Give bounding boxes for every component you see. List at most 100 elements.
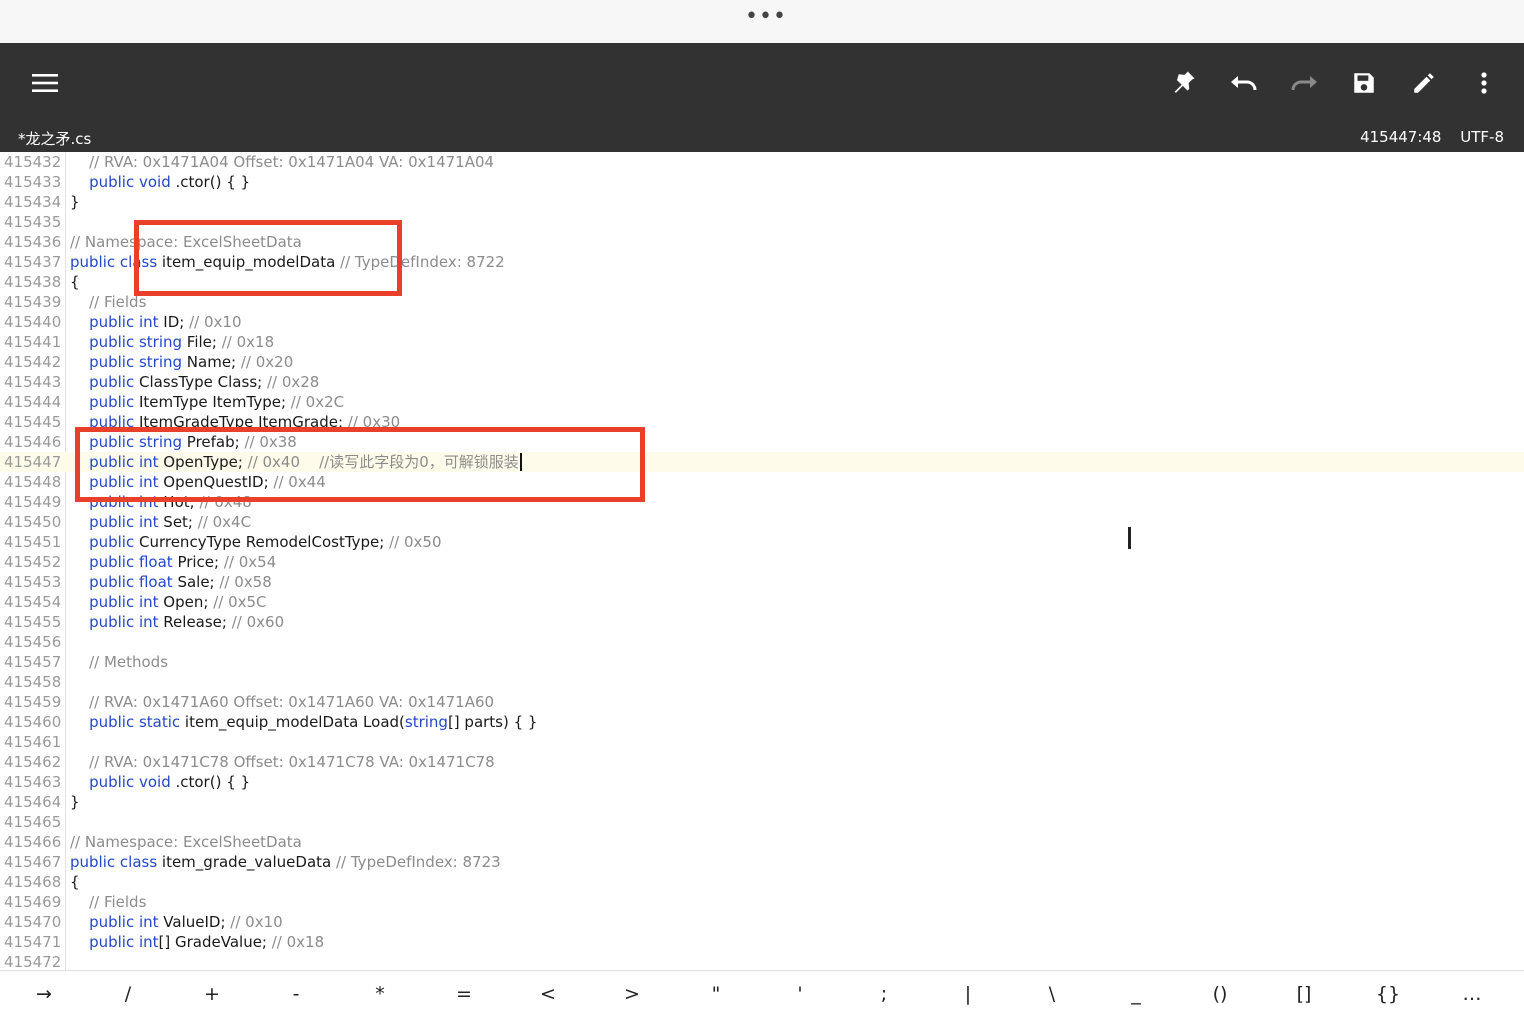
symbol-key[interactable]: () [1178, 977, 1262, 1011]
symbol-key[interactable]: * [338, 977, 422, 1011]
symbol-key[interactable]: = [422, 977, 506, 1011]
code-line[interactable]: 415441 public string File; // 0x18 [0, 332, 1524, 352]
line-number: 415459 [4, 693, 62, 711]
code-comment: // RVA: 0x1471C78 Offset: 0x1471C78 VA: … [70, 753, 495, 771]
code-line[interactable]: 415455 public int Release; // 0x60 [0, 612, 1524, 632]
code-line[interactable]: 415439 // Fields [0, 292, 1524, 312]
symbol-key[interactable]: - [254, 977, 338, 1011]
code-comment: // Methods [70, 653, 169, 671]
code-line[interactable]: 415465 [0, 812, 1524, 832]
code-line[interactable]: 415457 // Methods [0, 652, 1524, 672]
code-line[interactable]: 415443 public ClassType Class; // 0x28 [0, 372, 1524, 392]
code-keyword: public static [70, 713, 181, 731]
code-line[interactable]: 415456 [0, 632, 1524, 652]
code-line[interactable]: 415448 public int OpenQuestID; // 0x44 [0, 472, 1524, 492]
symbol-key[interactable]: … [1430, 977, 1514, 1011]
code-line[interactable]: 415433 public void .ctor() { } [0, 172, 1524, 192]
symbol-key[interactable]: ; [842, 977, 926, 1011]
symbol-key[interactable]: \ [1010, 977, 1094, 1011]
line-number: 415472 [4, 953, 62, 970]
symbol-key[interactable]: + [170, 977, 254, 1011]
code-line[interactable]: 415467 public class item_grade_valueData … [0, 852, 1524, 872]
code-line[interactable]: 415459 // RVA: 0x1471A60 Offset: 0x1471A… [0, 692, 1524, 712]
save-icon[interactable] [1334, 43, 1394, 123]
code-keyword: public string [70, 353, 183, 371]
edit-icon[interactable] [1394, 43, 1454, 123]
code-line[interactable]: 415471 public int[] GradeValue; // 0x18 [0, 932, 1524, 952]
line-number: 415455 [4, 613, 62, 631]
code-token: .ctor() { } [170, 773, 251, 791]
redo-icon[interactable] [1274, 43, 1334, 123]
code-line[interactable]: 415451 public CurrencyType RemodelCostTy… [0, 532, 1524, 552]
code-line[interactable]: 415460 public static item_equip_modelDat… [0, 712, 1524, 732]
more-vert-icon[interactable] [1454, 43, 1514, 123]
code-line[interactable]: 415464} [0, 792, 1524, 812]
code-line[interactable]: 415432 // RVA: 0x1471A04 Offset: 0x1471A… [0, 152, 1524, 172]
code-comment: // 0x40 //读写此字段为0，可解锁服装 [247, 453, 519, 471]
code-line[interactable]: 415453 public float Sale; // 0x58 [0, 572, 1524, 592]
line-number: 415433 [4, 173, 62, 191]
code-keyword: public class [70, 853, 158, 871]
code-line[interactable]: 415461 [0, 732, 1524, 752]
window-handle[interactable]: ••• [745, 4, 787, 29]
symbol-key[interactable]: > [590, 977, 674, 1011]
line-number: 415442 [4, 353, 62, 371]
code-text: public class item_equip_modelData // Typ… [70, 252, 505, 272]
line-number: 415440 [4, 313, 62, 331]
code-line[interactable]: 415466 // Namespace: ExcelSheetData [0, 832, 1524, 852]
encoding-label[interactable]: UTF-8 [1460, 128, 1504, 146]
window-top-strip: ••• [0, 0, 1524, 43]
code-token: .ctor() { } [170, 173, 251, 191]
code-token: Sale; [172, 573, 220, 591]
code-line[interactable]: 415442 public string Name; // 0x20 [0, 352, 1524, 372]
line-number: 415437 [4, 253, 62, 271]
line-number: 415457 [4, 653, 62, 671]
code-line[interactable]: 415463 public void .ctor() { } [0, 772, 1524, 792]
undo-icon[interactable] [1214, 43, 1274, 123]
code-line[interactable]: 415435 [0, 212, 1524, 232]
code-comment: // Namespace: ExcelSheetData [70, 233, 302, 251]
code-line[interactable]: 415472 [0, 952, 1524, 970]
code-comment: // 0x10 [189, 313, 242, 331]
code-line[interactable]: 415446 public string Prefab; // 0x38 [0, 432, 1524, 452]
code-line[interactable]: 415468 { [0, 872, 1524, 892]
code-token: [] parts) { } [447, 713, 538, 731]
menu-icon[interactable] [15, 43, 75, 123]
symbol-key[interactable]: {} [1346, 977, 1430, 1011]
line-number: 415471 [4, 933, 62, 951]
code-line[interactable]: 415458 [0, 672, 1524, 692]
code-line[interactable]: 415444 public ItemType ItemType; // 0x2C [0, 392, 1524, 412]
code-token: Price; [172, 553, 224, 571]
code-line[interactable]: 415440 public int ID; // 0x10 [0, 312, 1524, 332]
code-line[interactable]: 415469 // Fields [0, 892, 1524, 912]
code-comment: // 0x2C [290, 393, 345, 411]
symbol-key[interactable]: / [86, 977, 170, 1011]
code-line[interactable]: 415470 public int ValueID; // 0x10 [0, 912, 1524, 932]
code-line[interactable]: 415438 { [0, 272, 1524, 292]
code-keyword: public int [70, 493, 159, 511]
symbol-key[interactable]: → [2, 977, 86, 1011]
symbol-key[interactable]: < [506, 977, 590, 1011]
code-line[interactable]: 415445 public ItemGradeType ItemGrade; /… [0, 412, 1524, 432]
code-line[interactable]: 415437 public class item_equip_modelData … [0, 252, 1524, 272]
symbol-key[interactable]: [] [1262, 977, 1346, 1011]
file-name[interactable]: *龙之矛.cs [18, 128, 91, 149]
symbol-key[interactable]: ' [758, 977, 842, 1011]
pin-icon[interactable] [1154, 43, 1214, 123]
code-line[interactable]: 415450 public int Set; // 0x4C [0, 512, 1524, 532]
line-number: 415438 [4, 273, 62, 291]
code-keyword: public float [70, 553, 173, 571]
code-line[interactable]: 415452 public float Price; // 0x54 [0, 552, 1524, 572]
code-line[interactable]: 415449 public int Hot; // 0x48 [0, 492, 1524, 512]
symbol-key[interactable]: _ [1094, 977, 1178, 1011]
symbol-key[interactable]: | [926, 977, 1010, 1011]
code-line[interactable]: 415454 public int Open; // 0x5C [0, 592, 1524, 612]
symbol-key[interactable]: " [674, 977, 758, 1011]
line-number: 415460 [4, 713, 62, 731]
code-editor[interactable]: 415432 // RVA: 0x1471A04 Offset: 0x1471A… [0, 152, 1524, 970]
code-line[interactable]: 415462 // RVA: 0x1471C78 Offset: 0x1471C… [0, 752, 1524, 772]
cursor-position: 415447:48 [1360, 128, 1442, 146]
code-line[interactable]: 415447 public int OpenType; // 0x40 //读写… [0, 452, 1524, 472]
code-line[interactable]: 415436 // Namespace: ExcelSheetData [0, 232, 1524, 252]
code-line[interactable]: 415434} [0, 192, 1524, 212]
